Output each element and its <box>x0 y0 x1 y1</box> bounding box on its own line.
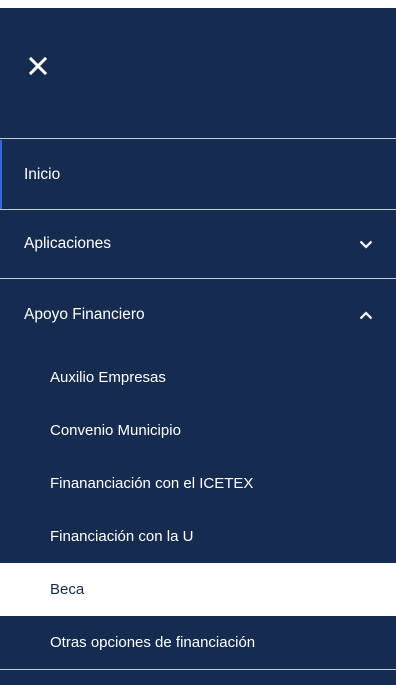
submenu-item-label: Financiación con la U <box>50 528 194 545</box>
menu-item-label: Aplicaciones <box>24 235 112 252</box>
submenu-item-otras-opciones[interactable]: Otras opciones de financiación <box>0 616 396 669</box>
divider <box>0 669 396 670</box>
menu-item-apoyo-financiero[interactable]: Apoyo Financiero <box>0 279 396 351</box>
submenu-item-auxilio-empresas[interactable]: Auxilio Empresas <box>0 351 396 404</box>
menu-item-inicio[interactable]: Inicio <box>0 140 396 209</box>
close-icon <box>28 56 48 76</box>
top-strip <box>0 0 396 8</box>
submenu-item-label: Finananciación con el ICETEX <box>50 475 254 492</box>
menu-item-label: Inicio <box>24 165 61 183</box>
chevron-up-icon <box>358 310 374 320</box>
menu-item-aplicaciones[interactable]: Aplicaciones <box>0 210 396 278</box>
close-button[interactable] <box>18 46 58 86</box>
submenu-item-convenio-municipio[interactable]: Convenio Municipio <box>0 404 396 457</box>
divider <box>0 138 396 139</box>
menu-item-label: Apoyo Financiero <box>24 306 145 323</box>
chevron-down-icon <box>358 239 374 249</box>
submenu-item-financiacion-icetex[interactable]: Finananciación con el ICETEX <box>0 457 396 510</box>
submenu-item-beca[interactable]: Beca <box>0 563 396 616</box>
submenu-item-label: Otras opciones de financiación <box>50 634 256 651</box>
submenu-item-label: Beca <box>50 581 85 598</box>
submenu-item-label: Convenio Municipio <box>50 422 181 439</box>
submenu-item-label: Auxilio Empresas <box>50 369 166 386</box>
navigation-menu: Inicio Aplicaciones Apoyo Financiero Aux… <box>0 0 396 685</box>
submenu-item-financiacion-u[interactable]: Financiación con la U <box>0 510 396 563</box>
